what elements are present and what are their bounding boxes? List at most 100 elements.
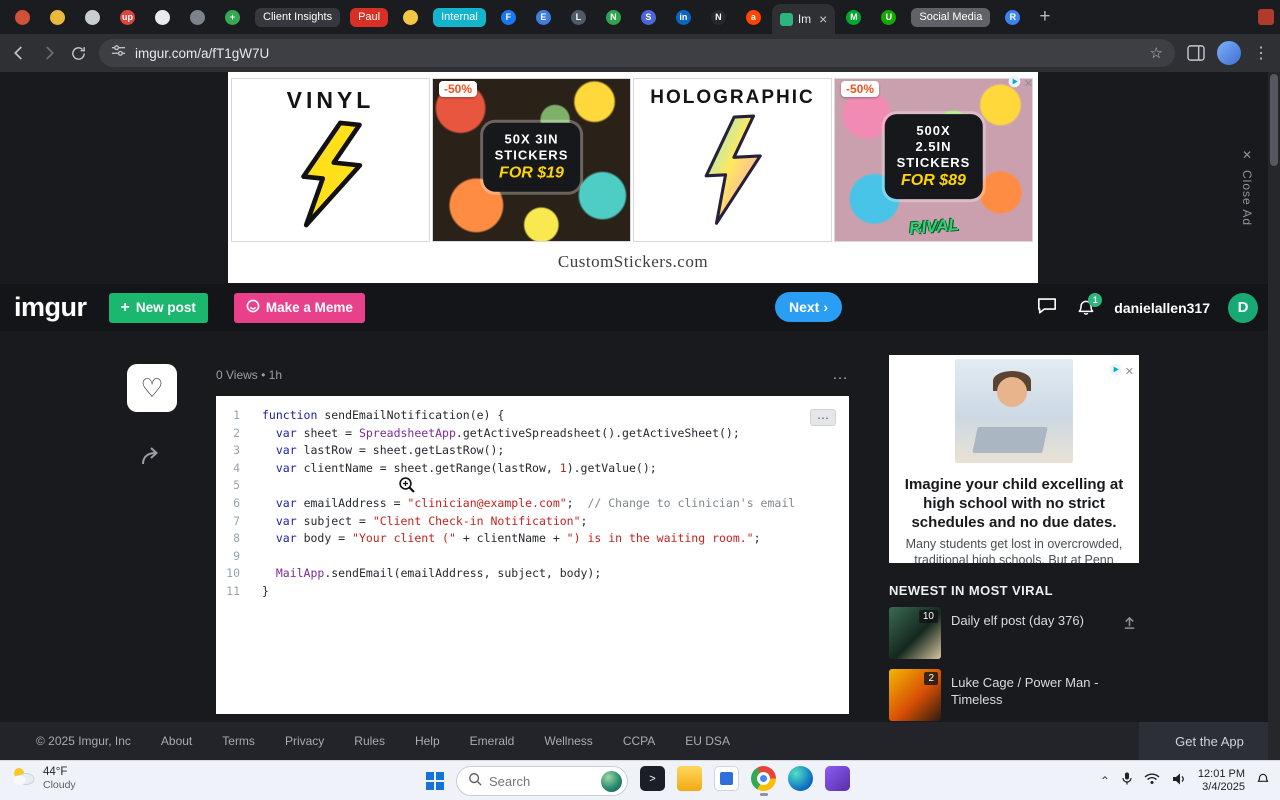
browser-tab[interactable]: E: [527, 3, 560, 31]
microphone-icon[interactable]: [1121, 771, 1133, 791]
browser-menu-icon[interactable]: ⋮: [1253, 43, 1270, 63]
image-options-icon[interactable]: ⋯: [810, 409, 836, 426]
close-ad-control[interactable]: ✕ Close Ad: [1233, 148, 1261, 226]
forward-button[interactable]: [40, 44, 58, 62]
browser-tab[interactable]: in: [667, 3, 700, 31]
footer-link-wellness[interactable]: Wellness: [544, 734, 592, 748]
search-highlight-image[interactable]: [601, 770, 622, 792]
browser-tab[interactable]: [146, 3, 179, 31]
footer-link-terms[interactable]: Terms: [222, 734, 255, 748]
ad-close-icon[interactable]: ✕: [1125, 366, 1134, 378]
notifications-bell-icon[interactable]: 1: [1076, 292, 1103, 318]
ad-panel-vinyl[interactable]: VINYL: [231, 78, 430, 242]
footer-link-eu-dsa[interactable]: EU DSA: [685, 734, 730, 748]
page-scrollbar[interactable]: [1268, 72, 1280, 760]
footer-link-privacy[interactable]: Privacy: [285, 734, 324, 748]
active-tab[interactable]: Im ×: [771, 4, 836, 34]
tab-group-internal[interactable]: Internal: [433, 7, 486, 27]
scrollbar-thumb[interactable]: [1270, 74, 1278, 166]
footer-link-rules[interactable]: Rules: [354, 734, 385, 748]
chat-icon[interactable]: [1036, 295, 1058, 320]
start-button[interactable]: [426, 772, 444, 790]
sidebar-ad[interactable]: ✕ Imagine your child excelling at high s…: [889, 355, 1139, 563]
username[interactable]: danielallen317: [1114, 300, 1210, 316]
hidden-icons-chevron[interactable]: ⌃: [1100, 774, 1110, 788]
next-button[interactable]: Next ›: [775, 292, 843, 322]
sidebar-ad-body[interactable]: Many students get lost in overcrowded, t…: [889, 534, 1139, 563]
close-ad-label[interactable]: Close Ad: [1240, 170, 1254, 226]
browser-tab[interactable]: up: [111, 3, 144, 31]
ad-panel-holographic[interactable]: HOLOGRAPHIC: [633, 78, 832, 242]
make-meme-button[interactable]: Make a Meme: [233, 292, 365, 323]
viral-title[interactable]: Daily elf post (day 376): [951, 607, 1110, 659]
bookmark-star-icon[interactable]: ☆: [1150, 44, 1163, 62]
reload-button[interactable]: [70, 45, 87, 62]
ad-close-icon[interactable]: ✕: [1024, 78, 1033, 90]
browser-tab[interactable]: M: [837, 3, 870, 31]
new-tab-button[interactable]: +: [1031, 6, 1058, 28]
browser-tab[interactable]: L: [562, 3, 595, 31]
new-post-button[interactable]: + New post: [108, 292, 208, 323]
browser-tab[interactable]: U: [872, 3, 905, 31]
taskbar-clock[interactable]: 12:01 PM 3/4/2025: [1198, 768, 1245, 794]
browser-tab[interactable]: +: [216, 3, 249, 31]
browser-profile-avatar[interactable]: [1217, 41, 1241, 65]
get-the-app-button[interactable]: Get the App: [1139, 722, 1280, 760]
taskbar-app-edge[interactable]: [788, 766, 813, 791]
browser-tab[interactable]: [394, 3, 427, 31]
back-button[interactable]: [10, 44, 28, 62]
taskbar-app-media-app[interactable]: [825, 766, 850, 791]
address-bar[interactable]: imgur.com/a/fT1gW7U ☆: [99, 39, 1175, 67]
taskbar-app-office-app[interactable]: [714, 766, 739, 791]
tab-close-icon[interactable]: ×: [819, 11, 827, 27]
favorite-button[interactable]: ♡: [127, 364, 177, 412]
weather-widget[interactable]: 44°F Cloudy: [10, 765, 76, 792]
footer-link-help[interactable]: Help: [415, 734, 440, 748]
adchoices-icon[interactable]: [1109, 363, 1122, 381]
footer-link-emerald[interactable]: Emerald: [470, 734, 515, 748]
viral-thumbnail[interactable]: 10: [889, 607, 941, 659]
taskbar-search-input[interactable]: [489, 773, 589, 789]
site-settings-icon[interactable]: [111, 43, 126, 63]
taskbar-app-terminal[interactable]: >: [640, 766, 665, 791]
browser-tab[interactable]: S: [632, 3, 665, 31]
ad-panel-sticker-deal-2[interactable]: -50% 500X 2.5IN STICKERS FOR $89 RIVAL: [834, 78, 1033, 242]
viral-item[interactable]: 2 Luke Cage / Power Man - Timeless: [889, 669, 1139, 721]
notification-bell-icon[interactable]: [1256, 772, 1270, 791]
taskbar-search[interactable]: [456, 766, 628, 796]
taskbar-app-file-explorer[interactable]: [677, 766, 702, 791]
post-image-code-snippet[interactable]: 1 function sendEmailNotification(e) {2 va…: [216, 396, 849, 714]
wifi-icon[interactable]: [1144, 772, 1160, 790]
browser-tab[interactable]: [41, 3, 74, 31]
volume-icon[interactable]: [1171, 772, 1187, 791]
footer-link-about[interactable]: About: [161, 734, 192, 748]
tab-group-social-media[interactable]: Social Media: [911, 7, 991, 27]
browser-tab[interactable]: N: [597, 3, 630, 31]
browser-tab[interactable]: F: [492, 3, 525, 31]
close-ad-x-icon[interactable]: ✕: [1242, 148, 1252, 162]
browser-tab[interactable]: [181, 3, 214, 31]
top-banner-ad[interactable]: VINYL -50% 50X 3IN STICKERS FOR $19 HOLO…: [228, 72, 1038, 283]
viral-title[interactable]: Luke Cage / Power Man - Timeless: [951, 669, 1139, 721]
tab-group-paul[interactable]: Paul: [350, 7, 389, 27]
share-icon[interactable]: [140, 446, 164, 471]
user-avatar[interactable]: D: [1228, 292, 1258, 323]
ad-panel-sticker-deal-1[interactable]: -50% 50X 3IN STICKERS FOR $19: [432, 78, 631, 242]
browser-tab[interactable]: R: [996, 3, 1029, 31]
viral-thumbnail[interactable]: 2: [889, 669, 941, 721]
upvote-icon[interactable]: [1122, 615, 1137, 635]
imgur-logo[interactable]: imgur: [14, 292, 87, 323]
footer-link-ccpa[interactable]: CCPA: [623, 734, 655, 748]
adchoices-icon[interactable]: [1008, 75, 1021, 93]
taskbar-app-chrome[interactable]: [751, 766, 776, 791]
browser-tab[interactable]: N: [702, 3, 735, 31]
side-panel-icon[interactable]: [1187, 45, 1205, 61]
browser-tab[interactable]: a: [737, 3, 770, 31]
browser-tab[interactable]: [6, 3, 39, 31]
post-options-button[interactable]: …: [832, 366, 849, 384]
browser-tab[interactable]: [76, 3, 109, 31]
tab-strip-right-icon[interactable]: [1258, 9, 1274, 25]
advertiser-domain[interactable]: CustomStickers.com: [228, 252, 1038, 272]
tab-group-client-insights[interactable]: Client Insights: [255, 7, 341, 27]
sidebar-ad-headline[interactable]: Imagine your child excelling at high sch…: [889, 471, 1139, 534]
